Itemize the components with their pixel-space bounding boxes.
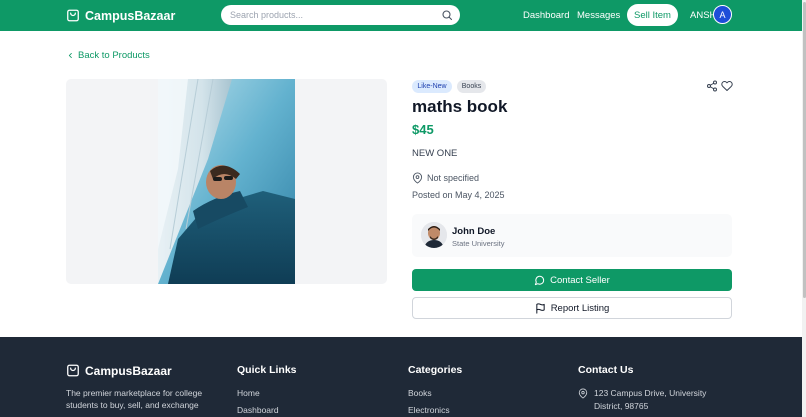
- footer-category-electronics[interactable]: Electronics: [408, 405, 450, 415]
- footer-brand-name: CampusBazaar: [85, 363, 172, 378]
- seller-school: State University: [452, 239, 505, 248]
- seller-avatar: [421, 222, 447, 248]
- nav-dashboard-link[interactable]: Dashboard: [523, 10, 569, 21]
- category-badge: Books: [457, 80, 486, 93]
- contact-seller-label: Contact Seller: [550, 274, 610, 286]
- footer-link-home[interactable]: Home: [237, 388, 260, 398]
- footer-brand[interactable]: CampusBazaar: [66, 363, 172, 378]
- contact-us-heading: Contact Us: [578, 364, 634, 376]
- message-circle-icon: [535, 275, 545, 285]
- back-to-products-link[interactable]: Back to Products: [67, 50, 150, 61]
- nav-messages-link[interactable]: Messages: [577, 10, 620, 21]
- search-bar: [221, 5, 460, 25]
- product-title: maths book: [412, 97, 508, 116]
- brand-logo[interactable]: CampusBazaar: [66, 7, 175, 24]
- scrollbar-thumb[interactable]: [802, 2, 806, 298]
- quick-links-heading: Quick Links: [237, 364, 297, 376]
- condition-badge: Like-New: [412, 80, 452, 93]
- search-icon[interactable]: [441, 9, 453, 21]
- flag-icon: [536, 302, 545, 314]
- chevron-left-icon: [68, 53, 72, 58]
- map-pin-icon: [412, 172, 423, 184]
- map-pin-icon: [578, 388, 588, 399]
- seller-card[interactable]: John Doe State University: [412, 214, 732, 257]
- product-price: $45: [412, 122, 434, 137]
- posted-date: Posted on May 4, 2025: [412, 190, 505, 200]
- product-image[interactable]: [158, 79, 295, 284]
- shopping-bag-icon: [67, 364, 79, 377]
- seller-name: John Doe: [452, 226, 496, 237]
- brand-name: CampusBazaar: [85, 8, 176, 23]
- footer-tagline: The premier marketplace for college stud…: [66, 388, 203, 410]
- report-listing-label: Report Listing: [550, 302, 610, 314]
- footer-link-dashboard[interactable]: Dashboard: [237, 405, 279, 415]
- shopping-bag-icon: [67, 9, 79, 22]
- categories-heading: Categories: [408, 364, 463, 376]
- site-footer: CampusBazaar The premier marketplace for…: [0, 337, 802, 417]
- search-input[interactable]: [230, 8, 430, 22]
- contact-address: 123 Campus Drive, University District, 9…: [594, 388, 707, 411]
- product-location: Not specified: [427, 173, 480, 183]
- footer-category-books[interactable]: Books: [408, 388, 432, 398]
- page-scrollbar[interactable]: [802, 0, 806, 417]
- contact-seller-button[interactable]: Contact Seller: [412, 269, 732, 291]
- sell-item-button[interactable]: Sell Item: [627, 4, 678, 26]
- top-navbar: CampusBazaar Dashboard Messages Sell Ite…: [0, 0, 802, 31]
- back-link-label: Back to Products: [78, 50, 150, 61]
- heart-icon[interactable]: [721, 80, 733, 92]
- product-description: NEW ONE: [412, 148, 458, 159]
- report-listing-button[interactable]: Report Listing: [412, 297, 732, 319]
- user-avatar[interactable]: A: [713, 5, 732, 24]
- share-icon[interactable]: [706, 80, 718, 92]
